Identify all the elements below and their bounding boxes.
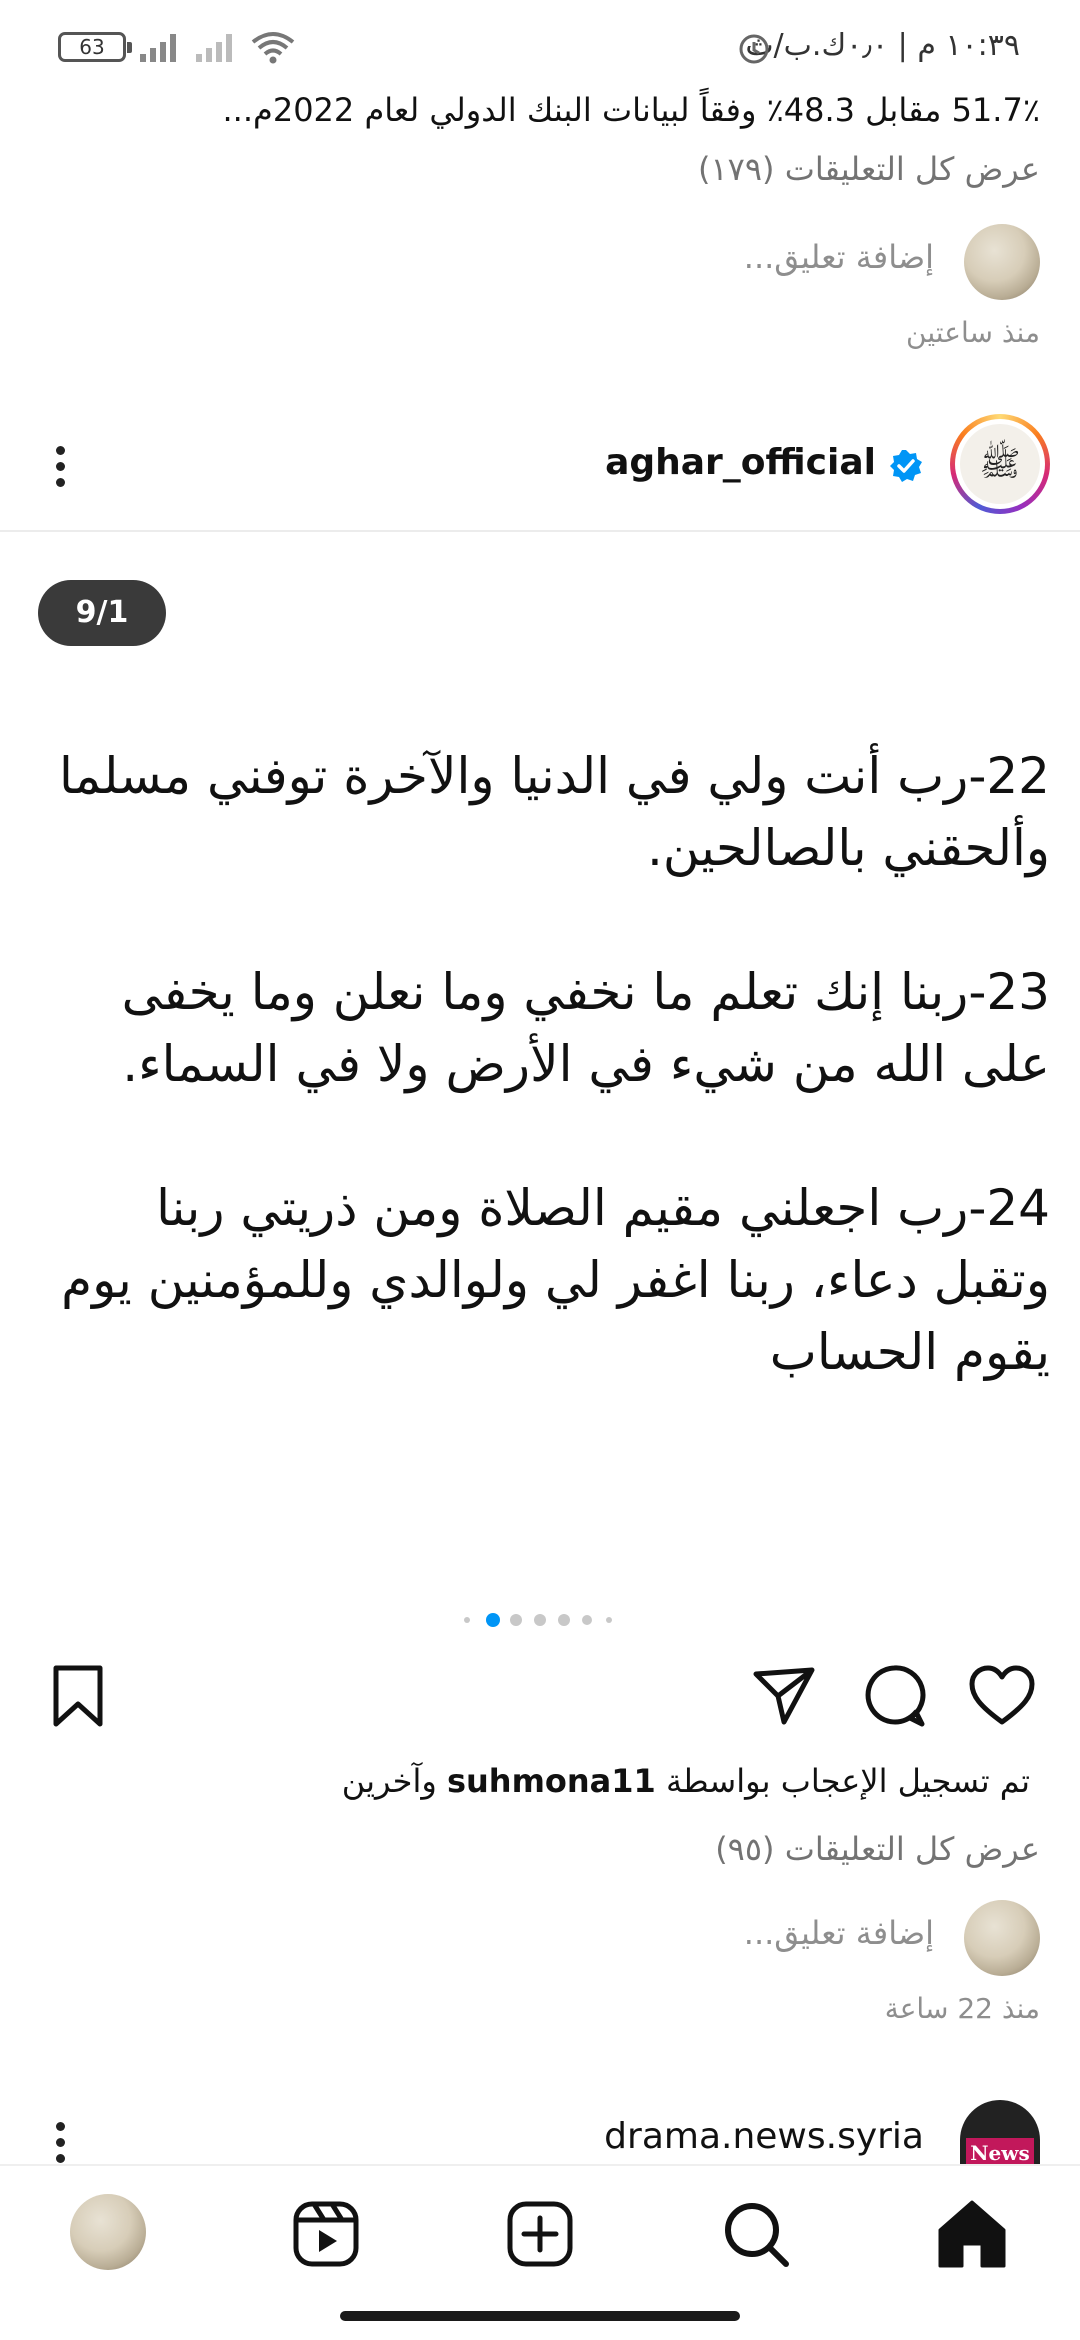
heart-icon[interactable] — [966, 1660, 1038, 1732]
search-icon[interactable] — [716, 2194, 796, 2274]
battery-level: 63 — [79, 35, 105, 59]
avatar[interactable]: News — [960, 2100, 1040, 2170]
home-icon[interactable] — [932, 2194, 1012, 2274]
story-avatar[interactable]: ﷺ — [950, 414, 1050, 514]
status-time: ١٠:٣٩ م | ٠٫٠ك.ب/ث — [745, 28, 1020, 63]
view-all-comments-link[interactable]: عرض كل التعليقات (٩٥) — [715, 1830, 1040, 1868]
verified-badge-icon — [890, 450, 922, 482]
add-comment-input[interactable]: إضافة تعليق... — [744, 238, 934, 276]
home-indicator[interactable] — [340, 2311, 740, 2321]
create-post-icon[interactable] — [500, 2194, 580, 2274]
liked-by-username[interactable]: suhmona11 — [447, 1762, 656, 1800]
post-header: ﷺ aghar_official — [0, 406, 1080, 526]
status-bar: 63 ١٠:٣٩ م | ٠٫٠ك.ب/ث — [0, 0, 1080, 78]
post-slide-text: 22-رب أنت ولي في الدنيا والآخرة توفني مس… — [30, 740, 1050, 1460]
carousel-dot-active — [486, 1613, 500, 1627]
add-comment-row[interactable]: إضافة تعليق... — [40, 224, 1040, 304]
comment-icon[interactable] — [858, 1660, 930, 1732]
carousel-counter: 9/1 — [38, 580, 166, 646]
carousel-dots — [460, 1610, 640, 1630]
post-username[interactable]: aghar_official — [605, 442, 876, 483]
add-comment-input[interactable]: إضافة تعليق... — [744, 1914, 934, 1952]
likes-prefix: تم تسجيل الإعجاب بواسطة — [665, 1762, 1030, 1800]
slide-paragraph: 23-ربنا إنك تعلم ما نخفي وما نعلن وما يخ… — [121, 963, 1050, 1093]
post-username[interactable]: drama.news.syria — [604, 2116, 924, 2157]
post-timestamp: منذ ساعتين — [906, 316, 1040, 349]
signal-icon — [140, 32, 184, 62]
profile-tab-avatar[interactable] — [70, 2194, 146, 2270]
signal-icon-secondary — [196, 32, 240, 62]
avatar — [964, 1900, 1040, 1976]
post-timestamp: منذ 22 ساعة — [884, 1992, 1040, 2025]
profile-picture: ﷺ — [960, 424, 1040, 504]
slide-paragraph: 24-رب اجعلني مقيم الصلاة ومن ذريتي ربنا … — [61, 1179, 1050, 1381]
more-options-icon[interactable] — [46, 2114, 76, 2170]
divider — [0, 530, 1080, 532]
next-post-header: News drama.news.syria — [0, 2100, 1080, 2170]
bookmark-icon[interactable] — [42, 1660, 114, 1732]
battery-icon: 63 — [58, 32, 132, 62]
add-comment-row[interactable]: إضافة تعليق... — [40, 1900, 1040, 1980]
previous-post-caption: 51.7٪ مقابل 48.3٪ وفقاً لبيانات البنك ال… — [222, 91, 1041, 129]
avatar — [964, 224, 1040, 300]
wifi-icon — [251, 32, 295, 64]
alarm-icon — [739, 34, 769, 64]
reels-icon[interactable] — [286, 2194, 366, 2274]
likes-suffix: وآخرين — [341, 1762, 437, 1800]
send-icon[interactable] — [748, 1660, 820, 1732]
more-options-icon[interactable] — [46, 438, 76, 494]
view-all-comments-link[interactable]: عرض كل التعليقات (١٧٩) — [698, 150, 1040, 188]
slide-paragraph: 22-رب أنت ولي في الدنيا والآخرة توفني مس… — [58, 747, 1050, 877]
likes-summary[interactable]: تم تسجيل الإعجاب بواسطة suhmona11 وآخرين — [342, 1762, 1030, 1800]
